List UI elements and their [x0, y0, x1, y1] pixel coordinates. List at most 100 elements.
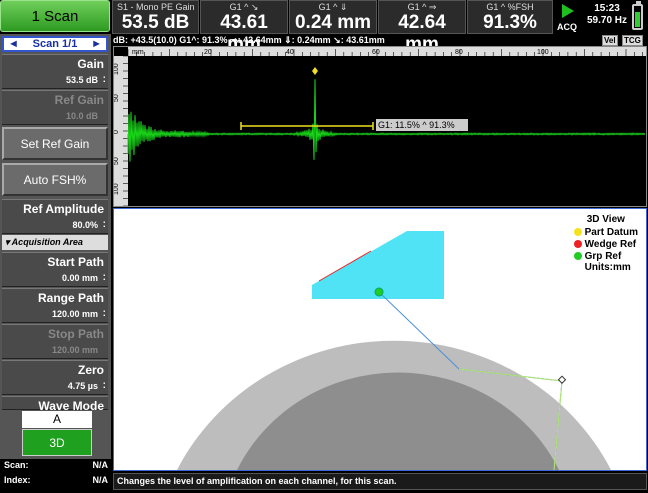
range-path-param[interactable]: Range Path 120.00 mm :: [2, 288, 108, 323]
param-name: Ref Gain: [54, 93, 104, 107]
view-3d-label: 3D: [49, 436, 65, 450]
readout-value: 0.24 mm: [294, 12, 372, 33]
button-label: Set Ref Gain: [20, 136, 90, 151]
view-a-button[interactable]: A: [22, 411, 92, 428]
gain-readout[interactable]: S1 - Mono PE Gain 53.5 dB: [112, 0, 199, 34]
grp-ref-marker: [374, 287, 384, 297]
surface-distance-readout[interactable]: G1 ^ ⇒ 42.64 mm: [378, 0, 466, 55]
stop-path-param: Stop Path 120.00 mm: [2, 324, 108, 359]
param-name: Ref Amplitude: [23, 202, 104, 216]
auto-fsh-button[interactable]: Auto FSH%: [2, 163, 108, 196]
ref-gain-param: Ref Gain 10.0 dB: [2, 90, 108, 125]
param-value: 0.00 mm: [61, 273, 98, 283]
param-value: 10.0 dB: [65, 111, 98, 121]
tab-scan-label: 1 Scan: [31, 7, 79, 25]
legend-label: Wedge Ref: [584, 238, 637, 250]
legend-item: Part Datum: [573, 226, 638, 238]
param-dots: :: [102, 74, 106, 85]
amplitude-tick-label: 0: [114, 130, 120, 134]
ascan-readings: dB: +43.5(10.0) G1^: 91.3% ⇒: 42.64mm ⇓:…: [113, 35, 385, 45]
parameter-panel: ◄ Scan 1/1 ► Gain 53.5 dB : Ref Gain 10.…: [0, 34, 111, 459]
next-scan-icon[interactable]: ►: [91, 38, 102, 50]
param-value: 4.75 µs: [67, 381, 98, 391]
acquisition-toggle[interactable]: ACQ: [555, 2, 583, 32]
legend-units: Units:mm: [584, 262, 631, 273]
acq-label: ACQ: [557, 22, 577, 32]
readout-label: S1 - Mono PE Gain: [117, 2, 195, 12]
param-dots: :: [102, 380, 106, 391]
battery-icon: [632, 1, 643, 30]
scan-position-label: Scan:: [4, 460, 29, 470]
ruler-tick-label: 80: [455, 49, 463, 56]
ruler-tick-label: 40: [286, 49, 294, 56]
acquisition-rate: 59.70 Hz: [586, 15, 628, 26]
gain-param[interactable]: Gain 53.5 dB :: [2, 54, 108, 89]
param-dots: :: [102, 219, 106, 230]
amplitude-readout[interactable]: G1 ^ %FSH 91.3%: [467, 0, 553, 34]
view-3d-button[interactable]: 3D: [22, 429, 92, 456]
ascan-view[interactable]: mm 20 40 60 80 100 100 50 0 50 100 G1: 1…: [113, 46, 647, 207]
ruler-tick-label: 20: [204, 49, 212, 56]
gate-label: G1: 11.5% ^ 91.3%: [378, 120, 455, 130]
scan-position-value: N/A: [92, 460, 109, 470]
param-name: Start Path: [47, 255, 104, 269]
prev-scan-icon[interactable]: ◄: [8, 38, 19, 50]
legend-dot-icon: [573, 228, 582, 236]
param-name: Gain: [77, 57, 104, 71]
start-path-param[interactable]: Start Path 0.00 mm :: [2, 252, 108, 287]
readout-value: 91.3%: [483, 12, 537, 33]
amplitude-tick-label: 100: [114, 63, 120, 75]
vertical-ruler-ticks: [123, 55, 128, 206]
view-a-label: A: [52, 412, 61, 426]
status-bar: Changes the level of amplification on ea…: [113, 473, 647, 490]
legend: 3D View Part Datum Wedge Ref Grp Ref Uni…: [573, 214, 638, 273]
section-label: ▾ Acquisition Area: [5, 237, 83, 247]
ruler-unit: mm: [132, 49, 144, 56]
button-label: Auto FSH%: [23, 172, 87, 187]
param-value: 53.5 dB: [65, 75, 98, 85]
play-icon: [562, 4, 574, 18]
param-name: Zero: [77, 363, 104, 377]
readout-value: 53.5 dB: [121, 12, 190, 33]
zero-param[interactable]: Zero 4.75 µs :: [2, 360, 108, 395]
ruler-tick-label: 100: [537, 49, 549, 56]
clock-time: 15:23: [594, 3, 620, 14]
velocity-tag[interactable]: Vel: [602, 35, 618, 46]
legend-item: Wedge Ref: [573, 238, 638, 250]
param-name: Stop Path: [48, 327, 104, 341]
legend-item: Grp Ref: [573, 250, 638, 262]
legend-label: Part Datum: [584, 226, 638, 238]
legend-label: Grp Ref: [584, 250, 622, 262]
peak-marker-icon: [312, 67, 318, 75]
param-value: 80.0%: [72, 220, 98, 230]
param-dots: :: [102, 308, 106, 319]
amplitude-tick-label: 50: [114, 94, 120, 102]
param-value: 120.00 mm: [51, 309, 98, 319]
param-name: Range Path: [37, 291, 104, 305]
readout-label: G1 ^ %FSH: [486, 2, 534, 12]
3d-view[interactable]: 3D View Part Datum Wedge Ref Grp Ref Uni…: [113, 208, 647, 471]
depth-readout[interactable]: G1 ^ ⇓ 0.24 mm: [289, 0, 377, 34]
status-text: Changes the level of amplification on ea…: [117, 476, 397, 486]
cursor-marker-icon: [557, 375, 567, 384]
tcg-tag[interactable]: TCG: [622, 35, 643, 46]
index-position-label: Index:: [4, 475, 31, 485]
acquisition-area-header[interactable]: ▾ Acquisition Area: [2, 235, 108, 250]
tab-scan[interactable]: 1 Scan: [0, 0, 110, 32]
index-position-value: N/A: [92, 475, 109, 485]
set-ref-gain-button[interactable]: Set Ref Gain: [2, 127, 108, 160]
clock: 15:23 59.70 Hz: [584, 3, 630, 27]
wave-mode-param[interactable]: Wave Mode: [2, 396, 108, 413]
ref-amplitude-param[interactable]: Ref Amplitude 80.0% :: [2, 199, 108, 234]
legend-dot-icon: [573, 240, 582, 248]
param-dots: :: [102, 272, 106, 283]
amplitude-tick-label: 50: [114, 157, 120, 165]
param-value: 120.00 mm: [51, 345, 98, 355]
scan-selector[interactable]: ◄ Scan 1/1 ►: [2, 36, 108, 52]
legend-dot-icon: [573, 252, 582, 260]
legend-title: 3D View: [586, 214, 625, 225]
amplitude-tick-label: 100: [114, 183, 120, 195]
scan-selector-label: Scan 1/1: [32, 38, 78, 50]
soundpath-readout[interactable]: G1 ^ ↘ 43.61 mm: [200, 0, 288, 55]
ruler-tick-label: 60: [372, 49, 380, 56]
